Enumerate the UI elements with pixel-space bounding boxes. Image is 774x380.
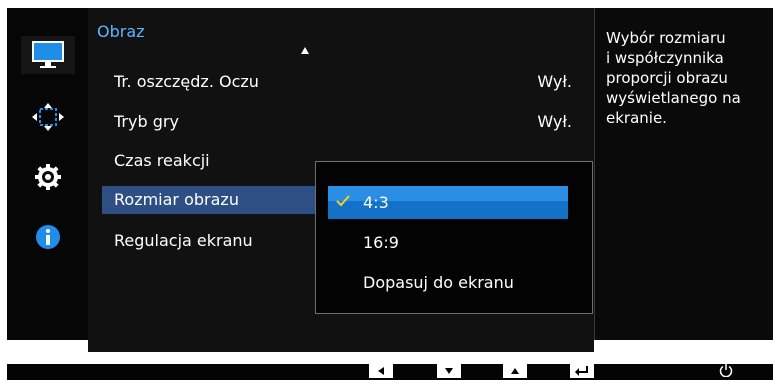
- picture-size-dropdown: 4:3 16:9 Dopasuj do ekranu: [315, 161, 593, 314]
- description-text: Wybór rozmiaru i współczynnika proporcji…: [606, 29, 741, 127]
- description-panel: Wybór rozmiaru i współczynnika proporcji…: [594, 8, 773, 340]
- sidebar-item-position[interactable]: [21, 98, 75, 136]
- left-arrow-icon: [378, 367, 384, 375]
- monitor-icon: [32, 41, 64, 68]
- option-label: Dopasuj do ekranu: [363, 273, 514, 292]
- enter-icon: [575, 366, 588, 376]
- gear-icon: [35, 164, 61, 190]
- enter-button[interactable]: [570, 364, 594, 378]
- scroll-up-icon[interactable]: [301, 47, 309, 54]
- menu-item-label: Tryb gry: [114, 112, 179, 131]
- menu-item-game-mode[interactable]: Tryb gry Wył.: [102, 108, 572, 136]
- osd-menu: Obraz Tr. oszczędz. Oczu Wył. Tryb gry W…: [7, 8, 773, 352]
- down-arrow-icon: [445, 368, 453, 374]
- arrows-icon: [32, 103, 64, 131]
- menu-title: Obraz: [97, 22, 145, 41]
- down-button[interactable]: [437, 364, 461, 378]
- up-button[interactable]: [503, 364, 527, 378]
- menu-item-label: Rozmiar obrazu: [114, 190, 239, 209]
- sidebar-item-picture[interactable]: [21, 36, 75, 74]
- menu-item-picture-size[interactable]: Rozmiar obrazu: [102, 186, 324, 214]
- option-label: 16:9: [363, 233, 399, 252]
- menu-item-eye-saver[interactable]: Tr. oszczędz. Oczu Wył.: [102, 68, 572, 96]
- option-label: 4:3: [363, 193, 389, 212]
- bottom-button-bar: [7, 364, 773, 380]
- menu-item-label: Tr. oszczędz. Oczu: [114, 72, 259, 91]
- up-arrow-icon: [511, 368, 519, 374]
- info-icon: [36, 225, 60, 249]
- sidebar-item-info[interactable]: [21, 218, 75, 256]
- menu-item-label: Regulacja ekranu: [114, 231, 253, 250]
- power-icon[interactable]: [719, 363, 733, 377]
- sidebar-item-system[interactable]: [21, 158, 75, 196]
- checkmark-icon: [336, 195, 350, 207]
- option-4-3[interactable]: 4:3: [328, 186, 568, 219]
- sidebar: [7, 8, 88, 340]
- option-16-9[interactable]: 16:9: [328, 226, 568, 259]
- menu-panel: Obraz Tr. oszczędz. Oczu Wył. Tryb gry W…: [88, 8, 594, 352]
- left-button[interactable]: [369, 364, 393, 378]
- menu-item-label: Czas reakcji: [114, 151, 210, 170]
- menu-item-value: Wył.: [537, 112, 572, 131]
- menu-item-value: Wył.: [537, 72, 572, 91]
- option-fit-to-screen[interactable]: Dopasuj do ekranu: [328, 266, 568, 299]
